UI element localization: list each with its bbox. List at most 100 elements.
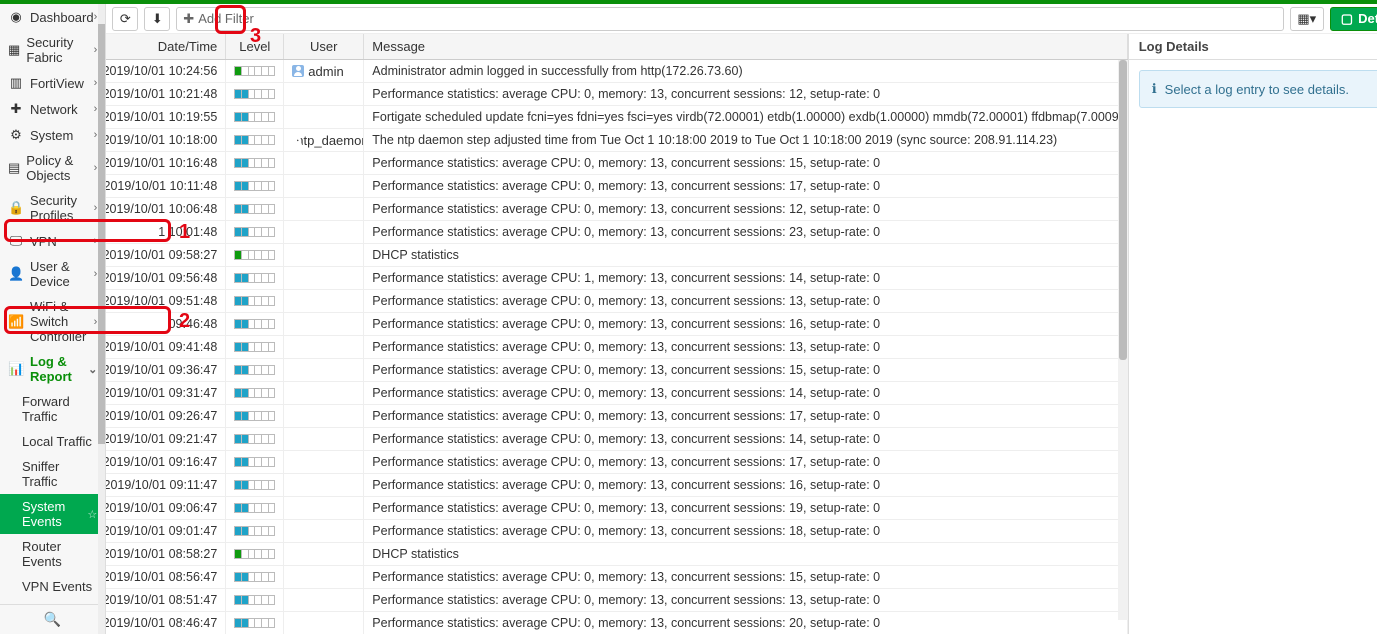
nav-log-report[interactable]: 📊Log & Report⌄ bbox=[0, 349, 105, 389]
add-filter-input[interactable]: ✚ Add Filter bbox=[176, 7, 1284, 31]
nav-label: FortiView bbox=[30, 76, 84, 91]
nav-sub-sniffer-traffic[interactable]: Sniffer Traffic bbox=[0, 454, 105, 494]
table-row[interactable]: 2019/10/01 09:41:48Performance statistic… bbox=[106, 336, 1127, 359]
cell-user bbox=[284, 359, 364, 381]
details-button[interactable]: ▢ Details bbox=[1330, 7, 1377, 31]
table-row[interactable]: 09:46:48Performance statistics: average … bbox=[106, 313, 1127, 336]
cell-level bbox=[226, 497, 284, 519]
table-row[interactable]: 2019/10/01 10:16:48Performance statistic… bbox=[106, 152, 1127, 175]
cell-level bbox=[226, 60, 284, 82]
table-row[interactable]: 2019/10/01 10:19:55Fortigate scheduled u… bbox=[106, 106, 1127, 129]
table-row[interactable]: 2019/10/01 09:06:47Performance statistic… bbox=[106, 497, 1127, 520]
table-row[interactable]: 2019/10/01 09:01:47Performance statistic… bbox=[106, 520, 1127, 543]
nav-icon: 🖵 bbox=[8, 233, 24, 249]
level-bar bbox=[234, 595, 275, 605]
nav-sub-forward-traffic[interactable]: Forward Traffic bbox=[0, 389, 105, 429]
refresh-button[interactable]: ⟳ bbox=[112, 7, 138, 31]
table-row[interactable]: 2019/10/01 09:58:27DHCP statistics bbox=[106, 244, 1127, 267]
col-message[interactable]: Message bbox=[364, 34, 1127, 59]
level-bar bbox=[234, 411, 275, 421]
table-row[interactable]: 2019/10/01 08:51:47Performance statistic… bbox=[106, 589, 1127, 612]
cell-user bbox=[284, 198, 364, 220]
toolbar: ⟳ ⬇ ✚ Add Filter ▦▾ ▢ Details bbox=[106, 4, 1377, 34]
level-bar bbox=[234, 526, 275, 536]
cell-level bbox=[226, 359, 284, 381]
table-row[interactable]: 2019/10/01 09:31:47Performance statistic… bbox=[106, 382, 1127, 405]
chevron-right-icon: › bbox=[94, 202, 98, 214]
cell-level bbox=[226, 152, 284, 174]
table-row[interactable]: 2019/10/01 10:18:00ntp_daemonThe ntp dae… bbox=[106, 129, 1127, 152]
main: ⟳ ⬇ ✚ Add Filter ▦▾ ▢ Details Date/Time … bbox=[106, 4, 1377, 634]
chart-toggle-button[interactable]: ▦▾ bbox=[1290, 7, 1324, 31]
table-row[interactable]: 2019/10/01 08:46:47Performance statistic… bbox=[106, 612, 1127, 634]
nav-icon: ▤ bbox=[8, 160, 20, 176]
cell-level bbox=[226, 566, 284, 588]
details-icon: ▢ bbox=[1341, 11, 1353, 27]
annotation-2: 2 bbox=[179, 310, 190, 333]
nav-fortiview[interactable]: ▥FortiView› bbox=[0, 70, 105, 96]
nav-network[interactable]: ✚Network› bbox=[0, 96, 105, 122]
table-vertical-scrollbar[interactable] bbox=[1118, 60, 1128, 620]
nav-policy-objects[interactable]: ▤Policy & Objects› bbox=[0, 148, 105, 188]
nav-label: Security Fabric bbox=[26, 35, 93, 65]
nav-icon: ▥ bbox=[8, 75, 24, 91]
cell-datetime: 2019/10/01 08:56:47 bbox=[106, 566, 226, 588]
nav-sub-local-traffic[interactable]: Local Traffic bbox=[0, 429, 105, 454]
table-row[interactable]: 2019/10/01 09:36:47Performance statistic… bbox=[106, 359, 1127, 382]
chevron-right-icon: › bbox=[94, 162, 98, 174]
nav-label: VPN bbox=[30, 234, 57, 249]
cell-level bbox=[226, 267, 284, 289]
table-row[interactable]: 2019/10/01 09:16:47Performance statistic… bbox=[106, 451, 1127, 474]
table-row[interactable]: 2019/10/01 09:21:47Performance statistic… bbox=[106, 428, 1127, 451]
nav-label: System bbox=[30, 128, 73, 143]
nav-wifi-switch-controller[interactable]: 📶WiFi & Switch Controller› bbox=[0, 294, 105, 349]
nav-system[interactable]: ⚙System› bbox=[0, 122, 105, 148]
cell-level bbox=[226, 106, 284, 128]
chevron-right-icon: › bbox=[94, 268, 98, 280]
table-row[interactable]: 2019/10/01 09:51:48Performance statistic… bbox=[106, 290, 1127, 313]
cell-datetime: 2019/10/01 10:18:00 bbox=[106, 129, 226, 151]
star-icon[interactable]: ☆ bbox=[87, 508, 97, 521]
annotation-3: 3 bbox=[250, 25, 261, 48]
user-icon bbox=[292, 65, 304, 77]
download-button[interactable]: ⬇ bbox=[144, 7, 170, 31]
sidebar-search[interactable]: 🔍 bbox=[0, 604, 105, 634]
cell-message: Performance statistics: average CPU: 1, … bbox=[364, 267, 1127, 289]
table-row[interactable]: 2019/10/01 10:11:48Performance statistic… bbox=[106, 175, 1127, 198]
table-row[interactable]: 2019/10/01 09:11:47Performance statistic… bbox=[106, 474, 1127, 497]
nav-sub-router-events[interactable]: Router Events bbox=[0, 534, 105, 574]
log-details-prompt: Select a log entry to see details. bbox=[1165, 82, 1349, 97]
table-row[interactable]: 2019/10/01 08:58:27DHCP statistics bbox=[106, 543, 1127, 566]
nav-sub-label: VPN Events bbox=[22, 579, 92, 594]
nav-label: Network bbox=[30, 102, 78, 117]
table-row[interactable]: 2019/10/01 09:26:47Performance statistic… bbox=[106, 405, 1127, 428]
nav-security-profiles[interactable]: 🔒Security Profiles› bbox=[0, 188, 105, 228]
col-user[interactable]: User bbox=[284, 34, 364, 59]
cell-user bbox=[284, 267, 364, 289]
nav-sub-system-events[interactable]: System Events☆ bbox=[0, 494, 105, 534]
cell-message: DHCP statistics bbox=[364, 543, 1127, 565]
cell-level bbox=[226, 520, 284, 542]
plus-icon: ✚ bbox=[183, 11, 194, 27]
log-table: Date/Time Level User Message 2019/10/01 … bbox=[106, 34, 1127, 634]
table-row[interactable]: 1 10:01:48Performance statistics: averag… bbox=[106, 221, 1127, 244]
table-row[interactable]: 2019/10/01 10:24:56adminAdministrator ad… bbox=[106, 60, 1127, 83]
nav-sub-label: System Events bbox=[22, 499, 87, 529]
level-bar bbox=[234, 112, 275, 122]
table-row[interactable]: 2019/10/01 09:56:48Performance statistic… bbox=[106, 267, 1127, 290]
nav-security-fabric[interactable]: ▦Security Fabric› bbox=[0, 30, 105, 70]
nav-dashboard[interactable]: ◉Dashboard› bbox=[0, 4, 105, 30]
table-row[interactable]: 2019/10/01 10:21:48Performance statistic… bbox=[106, 83, 1127, 106]
nav-user-device[interactable]: 👤User & Device› bbox=[0, 254, 105, 294]
cell-user bbox=[284, 520, 364, 542]
col-datetime[interactable]: Date/Time bbox=[106, 34, 226, 59]
cell-message: Performance statistics: average CPU: 0, … bbox=[364, 359, 1127, 381]
nav-sub-vpn-events[interactable]: VPN Events bbox=[0, 574, 105, 599]
cell-user bbox=[284, 405, 364, 427]
nav-vpn[interactable]: 🖵VPN› bbox=[0, 228, 105, 254]
nav-sub-user-events[interactable]: User Events bbox=[0, 599, 105, 604]
cell-level bbox=[226, 175, 284, 197]
table-row[interactable]: 2019/10/01 10:06:48Performance statistic… bbox=[106, 198, 1127, 221]
cell-level bbox=[226, 336, 284, 358]
table-row[interactable]: 2019/10/01 08:56:47Performance statistic… bbox=[106, 566, 1127, 589]
